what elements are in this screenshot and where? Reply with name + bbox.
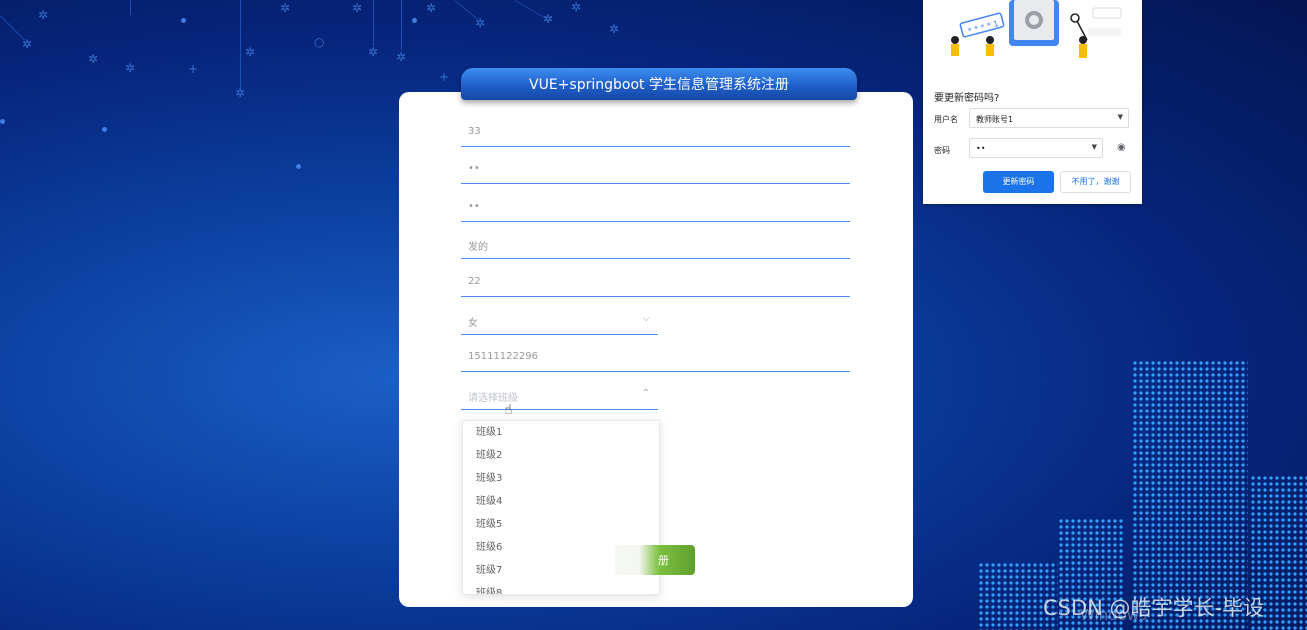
line (514, 0, 550, 21)
password-illustration: * * * * 1 (951, 0, 1122, 58)
password-value: •• (976, 144, 986, 153)
age-input[interactable]: 22 (461, 270, 850, 297)
dropdown-option[interactable]: 班级1 (463, 421, 659, 444)
username-input[interactable]: 33 (461, 120, 850, 147)
password-select[interactable]: •• ▼ (969, 138, 1103, 158)
chevron-down-icon: ⌵ (642, 313, 650, 324)
gear-icon: ✲ (396, 50, 407, 64)
hand-cursor-icon: ☝ (504, 402, 513, 418)
gear-icon: ✲ (235, 86, 246, 100)
plus-icon: + (188, 62, 199, 76)
password-input[interactable]: •• (461, 157, 850, 184)
dot (412, 18, 417, 23)
line (130, 0, 131, 15)
dropdown-option[interactable]: 班级3 (463, 467, 659, 490)
chevron-up-icon: ⌃ (641, 388, 650, 399)
dot (0, 119, 5, 124)
gear-icon: ✲ (426, 1, 437, 15)
dropdown-arrow-icon: ▼ (1091, 143, 1097, 151)
dropdown-option[interactable]: 班级2 (463, 444, 659, 467)
gear-icon: ✲ (280, 1, 291, 15)
gender-select[interactable]: 女 ⌵ (461, 308, 658, 335)
dropdown-option[interactable]: 班级4 (463, 490, 659, 513)
username-label: 用户名 (934, 115, 958, 124)
csdn-watermark: CSDN @皓宇学长-毕设 (1043, 596, 1265, 620)
gear-icon: ✲ (125, 61, 136, 75)
input-value: 15111122296 (468, 351, 538, 362)
gear-icon: ✲ (88, 52, 99, 66)
password-label: 密码 (934, 146, 950, 155)
popup-question: 要更新密码吗? (934, 93, 1000, 104)
register-title: VUE+springboot 学生信息管理系统注册 (461, 68, 857, 100)
register-button[interactable]: 册 (615, 545, 695, 575)
gear-icon: ✲ (571, 0, 582, 14)
dot (296, 164, 301, 169)
select-value: 女 (468, 318, 478, 329)
gear-icon: ✲ (38, 8, 49, 22)
gear-icon: ✲ (609, 22, 620, 36)
eye-icon[interactable]: ◉ (1117, 142, 1126, 153)
password-update-popup: * * * * 1 要更新密码吗? 用户名 教师账号1 ▼ 密码 •• ▼ ◉ … (923, 0, 1142, 204)
gear-icon: ✲ (245, 45, 256, 59)
gear-icon: ✲ (352, 1, 363, 15)
line (0, 15, 26, 41)
username-value: 教师账号1 (976, 115, 1014, 124)
dropdown-arrow-icon: ▼ (1117, 113, 1123, 121)
line (401, 0, 402, 50)
phone-input[interactable]: 15111122296 (461, 345, 850, 372)
confirm-password-input[interactable]: •• (461, 195, 850, 222)
circle-icon: ○ (314, 35, 325, 49)
input-value: •• (468, 201, 480, 212)
name-input[interactable]: 发的 (461, 232, 850, 259)
input-value: 33 (468, 126, 481, 137)
no-thanks-button[interactable]: 不用了，谢谢 (1060, 171, 1131, 193)
line (454, 0, 479, 21)
input-value: 发的 (468, 242, 488, 253)
dot (181, 18, 186, 23)
dropdown-option[interactable]: 班级8 (463, 582, 659, 594)
line (373, 0, 374, 46)
class-select[interactable]: 请选择班级 ⌃ (461, 383, 658, 410)
update-password-button[interactable]: 更新密码 (983, 171, 1054, 193)
dot (102, 127, 107, 132)
building (1132, 360, 1248, 630)
plus-icon: + (439, 70, 450, 84)
input-value: 22 (468, 276, 481, 287)
input-value: •• (468, 163, 480, 174)
dropdown-option[interactable]: 班级5 (463, 513, 659, 536)
gear-icon: ✲ (368, 45, 379, 59)
line (240, 0, 241, 88)
username-select[interactable]: 教师账号1 ▼ (969, 108, 1129, 128)
